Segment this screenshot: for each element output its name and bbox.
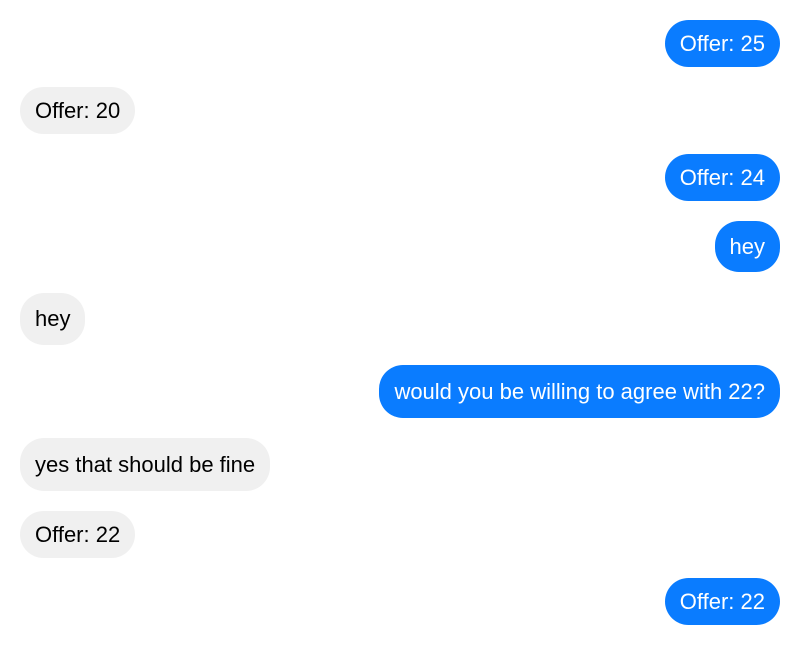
chat-transcript: Offer: 25 Offer: 20 Offer: 24 hey hey wo…	[0, 0, 800, 645]
message-sent: would you be willing to agree with 22?	[379, 365, 780, 418]
message-sent: hey	[714, 221, 780, 272]
message-received: Offer: 22	[20, 511, 136, 558]
message-received: hey	[20, 293, 86, 345]
message-sent: Offer: 22	[664, 578, 780, 625]
message-sent: Offer: 24	[664, 154, 780, 201]
message-received: yes that should be fine	[20, 438, 271, 491]
message-sent: Offer: 25	[664, 20, 780, 67]
message-received: Offer: 20	[20, 87, 136, 134]
